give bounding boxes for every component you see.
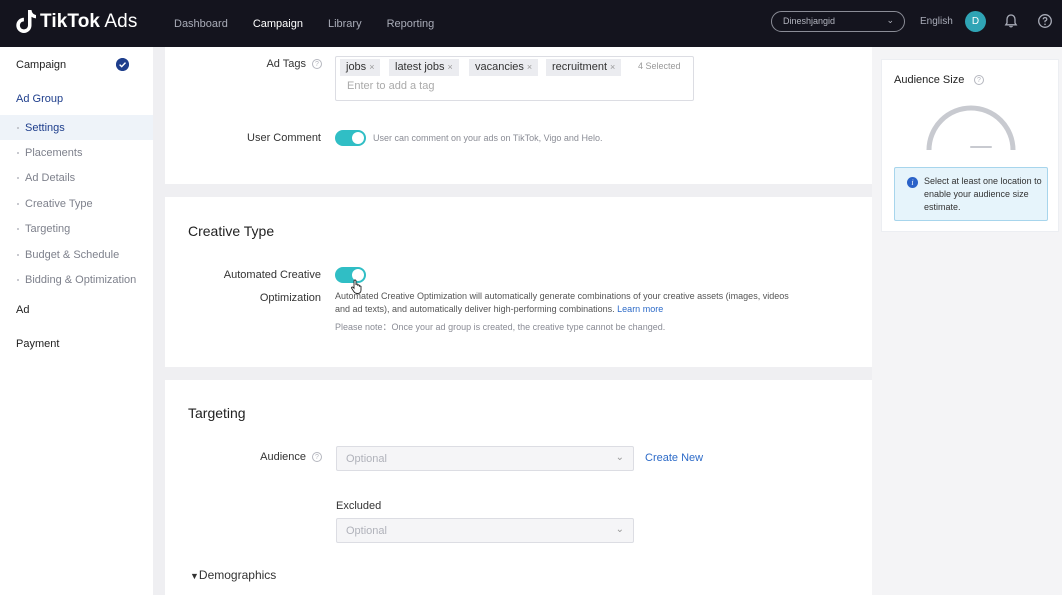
bullet-dot (17, 228, 19, 230)
tag-text: vacancies (475, 61, 524, 73)
chevron-down-icon: ⌄ (615, 452, 624, 463)
sidebar-step-ad-group[interactable]: Ad Group (16, 93, 63, 105)
learn-more-link[interactable]: Learn more (617, 304, 663, 314)
tiktok-note-icon (16, 10, 36, 33)
sidebar-item-label: Targeting (25, 223, 71, 235)
sidebar-step-ad[interactable]: Ad (16, 304, 29, 316)
close-icon[interactable]: × (448, 62, 453, 72)
main-nav: Dashboard Campaign Library Reporting (174, 0, 459, 47)
info-icon: i (907, 177, 918, 188)
audience-select-placeholder: Optional (346, 453, 387, 465)
audience-label: Audience (260, 451, 306, 463)
audience-size-title: Audience Size (894, 74, 965, 86)
nav-library[interactable]: Library (328, 18, 362, 30)
bullet-dot (17, 254, 19, 256)
audience-info-text: Select at least one location to enable y… (924, 176, 1042, 212)
tag-count: 4 Selected (638, 61, 681, 71)
sidebar-step-payment[interactable]: Payment (16, 338, 59, 350)
tag-text: latest jobs (395, 61, 445, 73)
sidebar-item-placements[interactable]: Placements (0, 140, 153, 165)
aco-label-line2: Optimization (259, 292, 321, 304)
sidebar-item-label: Placements (25, 147, 83, 159)
audience-select[interactable]: Optional ⌄ (336, 446, 634, 471)
ad-tags-input[interactable]: jobs × latest jobs × vacancies × recruitmen… (335, 56, 694, 101)
create-new-audience-link[interactable]: Create New (645, 452, 703, 464)
tag-chip: latest jobs × (389, 59, 459, 76)
sidebar-item-label: Creative Type (25, 198, 93, 210)
check-circle-icon (116, 58, 129, 71)
close-icon[interactable]: × (369, 62, 374, 72)
sidebar-item-label: Bidding & Optimization (25, 274, 137, 286)
bell-icon[interactable] (1003, 13, 1019, 29)
audience-size-card: Audience Size ? i Select at least one lo… (881, 59, 1059, 232)
toggle-knob (352, 132, 364, 144)
aco-description: Automated Creative Optimization will aut… (335, 290, 795, 316)
bullet-dot (17, 279, 19, 281)
nav-reporting[interactable]: Reporting (387, 18, 435, 30)
aco-description-text: Automated Creative Optimization will aut… (335, 291, 789, 314)
top-navigation-bar: TikTok Ads Dashboard Campaign Library Re… (0, 0, 1062, 47)
caret-down-icon: ▼ (190, 571, 199, 581)
creative-type-title: Creative Type (188, 223, 275, 239)
audience-gauge-icon (926, 105, 1016, 151)
tag-chip: vacancies × (469, 59, 539, 76)
bullet-dot (17, 203, 19, 205)
aco-label-line1: Automated Creative (223, 269, 321, 281)
help-icon[interactable]: ? (974, 75, 984, 85)
close-icon[interactable]: × (610, 62, 615, 72)
account-name: Dineshjangid (783, 16, 836, 26)
help-icon[interactable]: ? (312, 452, 322, 462)
sidebar-item-creative-type[interactable]: Creative Type (0, 191, 153, 216)
excluded-label: Excluded (336, 500, 382, 512)
audience-info-box: i Select at least one location to enable… (894, 167, 1048, 221)
sidebar-item-label: Ad Details (25, 172, 76, 184)
targeting-title: Targeting (188, 405, 246, 421)
help-circle-icon[interactable] (1037, 13, 1053, 29)
sidebar-item-targeting[interactable]: Targeting (0, 216, 153, 241)
user-comment-toggle[interactable] (335, 130, 366, 146)
tag-input-placeholder[interactable]: Enter to add a tag (347, 80, 434, 92)
language-switcher[interactable]: English (920, 16, 953, 27)
tag-chip: jobs × (340, 59, 381, 76)
sidebar-item-label: Budget & Schedule (25, 249, 120, 261)
tag-text: jobs (346, 61, 367, 73)
bullet-dot (17, 152, 19, 154)
user-comment-label: User Comment (247, 132, 321, 144)
tag-text: recruitment (552, 61, 608, 73)
sidebar-item-label: Settings (25, 122, 65, 134)
chevron-down-icon: ⌄ (886, 15, 894, 25)
demographics-label: Demographics (198, 568, 277, 582)
nav-campaign[interactable]: Campaign (253, 18, 303, 30)
nav-dashboard[interactable]: Dashboard (174, 18, 228, 30)
targeting-card (165, 380, 872, 595)
sidebar-item-bidding-optimization[interactable]: Bidding & Optimization (0, 267, 153, 292)
bullet-dot (17, 177, 19, 179)
sidebar-item-budget-schedule[interactable]: Budget & Schedule (0, 242, 153, 267)
creative-type-note: Please note：Once your ad group is create… (335, 322, 666, 332)
account-selector[interactable]: Dineshjangid ⌄ (771, 11, 905, 32)
brand-name: TikTok Ads (40, 11, 138, 32)
tag-chip: recruitment × (546, 59, 622, 76)
excluded-audience-select[interactable]: Optional ⌄ (336, 518, 634, 543)
close-icon[interactable]: × (527, 62, 532, 72)
sidebar-item-settings[interactable]: Settings (0, 115, 153, 140)
excluded-select-placeholder: Optional (346, 525, 387, 537)
bullet-dot (17, 127, 19, 129)
sidebar-step-campaign[interactable]: Campaign (16, 59, 66, 71)
user-comment-hint: User can comment on your ads on TikTok, … (373, 133, 603, 143)
ad-tags-label: Ad Tags (266, 58, 306, 70)
demographics-toggle[interactable]: ▼Demographics (190, 568, 276, 582)
tiktok-ads-logo[interactable]: TikTok Ads (16, 9, 137, 35)
sidebar-item-ad-details[interactable]: Ad Details (0, 165, 153, 190)
user-avatar[interactable]: D (965, 11, 986, 32)
help-icon[interactable]: ? (312, 59, 322, 69)
chevron-down-icon: ⌄ (615, 524, 624, 535)
